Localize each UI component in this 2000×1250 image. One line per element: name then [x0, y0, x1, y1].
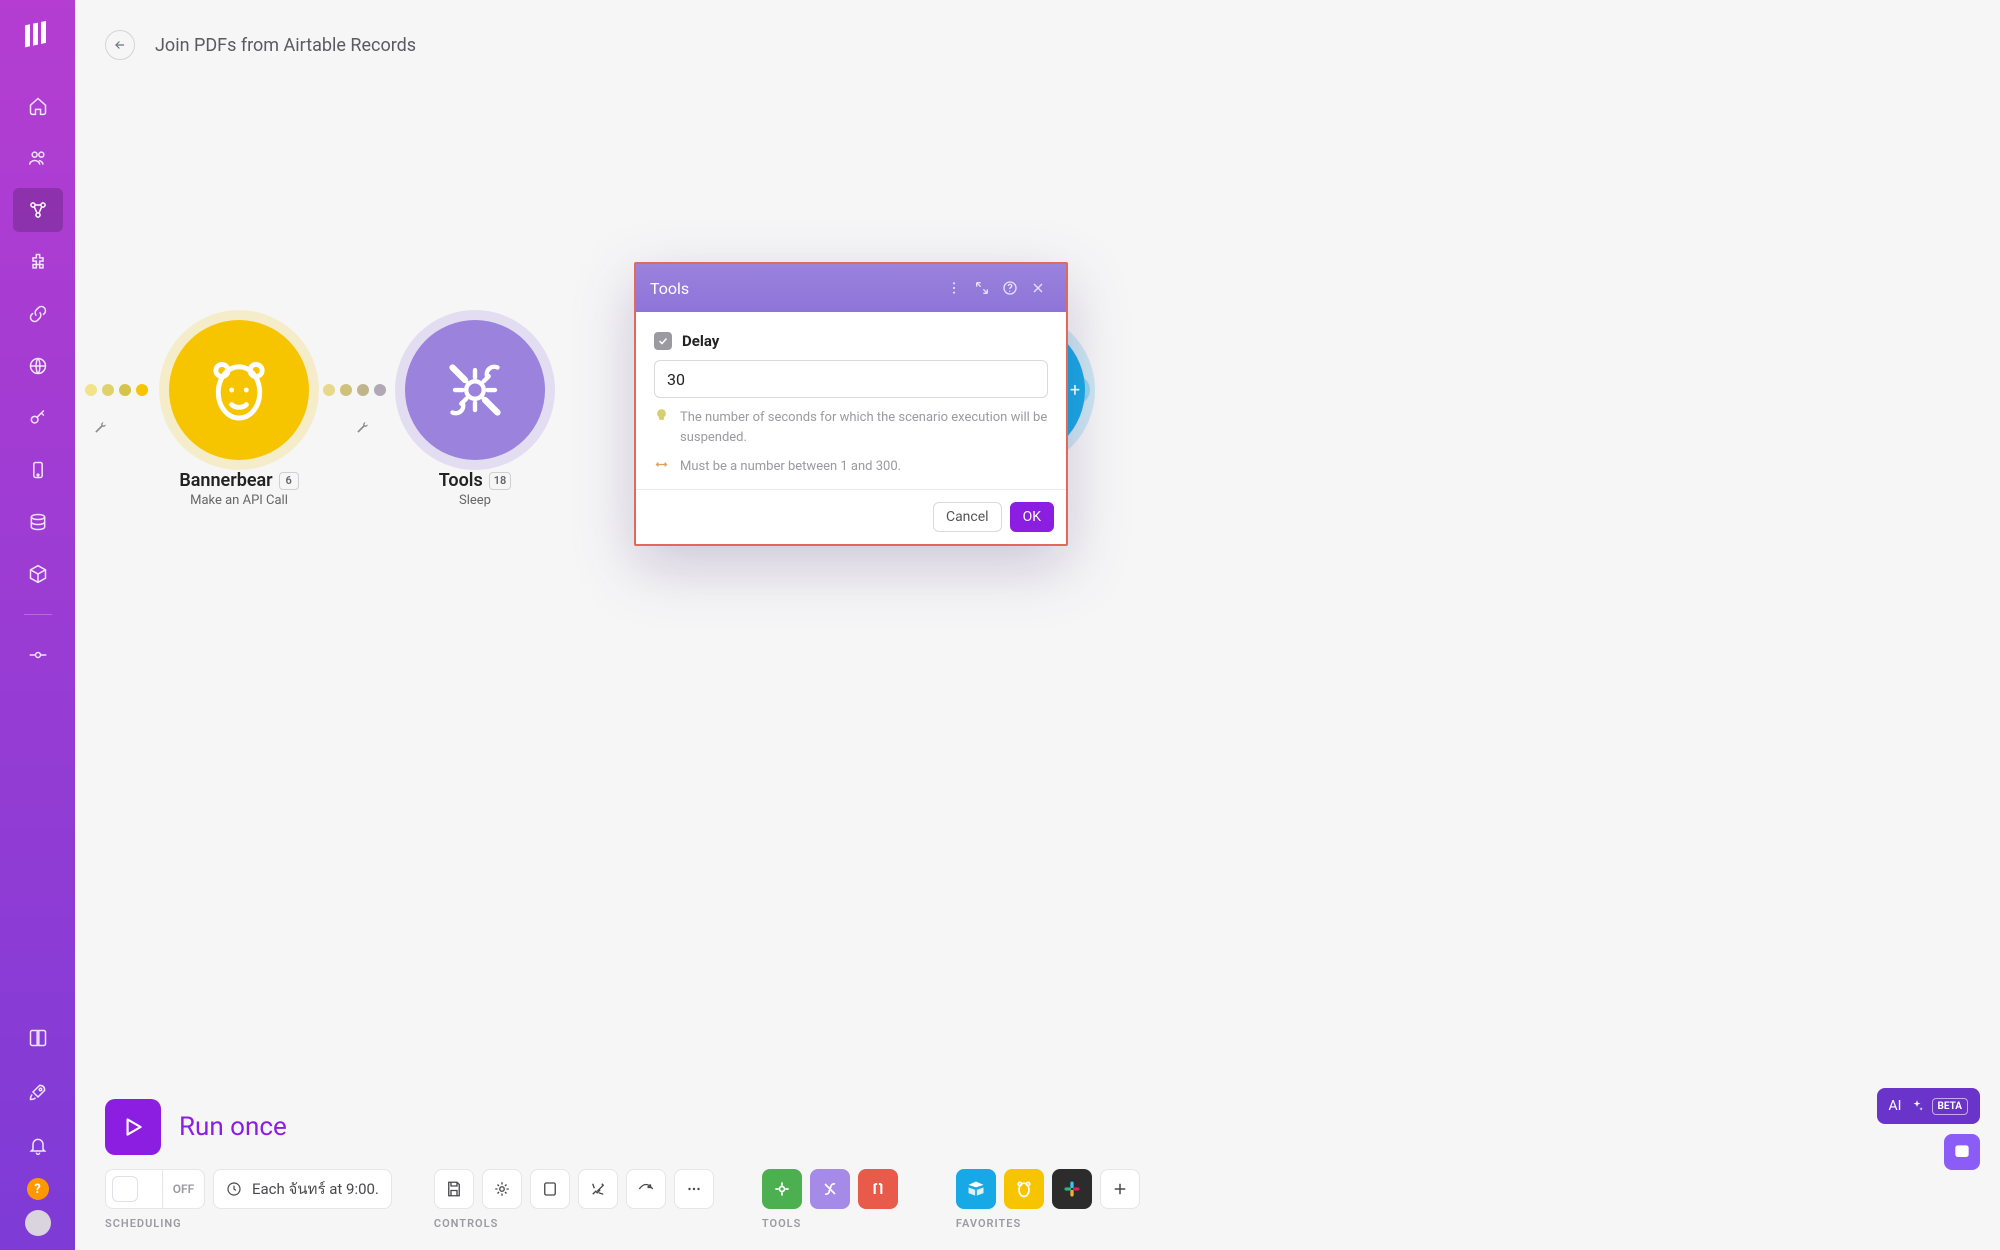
- delay-checkbox[interactable]: [654, 332, 672, 350]
- back-button[interactable]: [105, 30, 135, 60]
- control-more[interactable]: [674, 1169, 714, 1209]
- nav-apps[interactable]: [13, 240, 63, 284]
- nav-keys[interactable]: [13, 396, 63, 440]
- node-tools[interactable]: [405, 320, 545, 460]
- run-label: Run once: [179, 1112, 287, 1142]
- range-icon: [654, 457, 670, 479]
- node-bannerbear[interactable]: [169, 320, 309, 460]
- nav-links[interactable]: [13, 292, 63, 336]
- node-title: Bannerbear6: [179, 470, 298, 491]
- fav-slack[interactable]: [1052, 1169, 1092, 1209]
- sidebar: ?: [0, 0, 75, 1250]
- schedule-description[interactable]: Each จันทร์ at 9:00.: [213, 1169, 392, 1209]
- app-logo[interactable]: [20, 18, 56, 54]
- control-save[interactable]: [434, 1169, 474, 1209]
- nav-commit[interactable]: [13, 633, 63, 677]
- node-count: 6: [279, 472, 299, 490]
- nav-globe[interactable]: [13, 344, 63, 388]
- sidebar-nav: [13, 84, 63, 677]
- nav-bell[interactable]: [13, 1124, 63, 1168]
- run-button[interactable]: [105, 1099, 161, 1155]
- fav-add[interactable]: [1100, 1169, 1140, 1209]
- section-label: CONTROLS: [434, 1217, 714, 1230]
- cancel-button[interactable]: Cancel: [933, 502, 1002, 532]
- fav-airtable[interactable]: [956, 1169, 996, 1209]
- control-explain[interactable]: [626, 1169, 666, 1209]
- hint-text: Must be a number between 1 and 300.: [680, 457, 901, 479]
- section-label: SCHEDULING: [105, 1217, 392, 1230]
- tool-tools[interactable]: [810, 1169, 850, 1209]
- nav-home[interactable]: [13, 84, 63, 128]
- wrench-icon[interactable]: [355, 420, 369, 439]
- nav-rocket[interactable]: [13, 1070, 63, 1114]
- nav-team[interactable]: [13, 136, 63, 180]
- clock-icon: [226, 1181, 242, 1197]
- expand-icon[interactable]: [968, 274, 996, 302]
- more-icon[interactable]: [940, 274, 968, 302]
- control-auto[interactable]: [578, 1169, 618, 1209]
- topbar: Join PDFs from Airtable Records: [75, 0, 2000, 60]
- close-icon[interactable]: [1024, 274, 1052, 302]
- schedule-toggle[interactable]: OFF: [105, 1169, 205, 1209]
- tool-flow[interactable]: [762, 1169, 802, 1209]
- section-label: FAVORITES: [956, 1217, 1140, 1230]
- nav-database[interactable]: [13, 500, 63, 544]
- node-subtitle: Make an API Call: [139, 493, 339, 508]
- nav-cube[interactable]: [13, 552, 63, 596]
- user-avatar[interactable]: [25, 1210, 51, 1236]
- bottom-bar: Run once OFF Each จันทร์ at 9:00.: [75, 1099, 2000, 1250]
- tool-text[interactable]: [858, 1169, 898, 1209]
- nav-book[interactable]: [13, 1016, 63, 1060]
- modal-title: Tools: [650, 279, 940, 298]
- help-icon[interactable]: [996, 274, 1024, 302]
- section-label: TOOLS: [762, 1217, 898, 1230]
- nav-mobile[interactable]: [13, 448, 63, 492]
- help-badge[interactable]: ?: [27, 1178, 49, 1200]
- page-title[interactable]: Join PDFs from Airtable Records: [155, 35, 416, 56]
- control-settings[interactable]: [482, 1169, 522, 1209]
- delay-input[interactable]: [654, 360, 1048, 398]
- node-count: 18: [489, 472, 512, 490]
- node-title: Tools18: [439, 470, 512, 491]
- hint-text: The number of seconds for which the scen…: [680, 408, 1048, 447]
- canvas[interactable]: Join PDFs from Airtable Records Bannerbe…: [75, 0, 2000, 1250]
- fav-bannerbear[interactable]: [1004, 1169, 1044, 1209]
- ok-button[interactable]: OK: [1010, 502, 1054, 532]
- lightbulb-icon: [654, 408, 670, 447]
- nav-scenarios[interactable]: [13, 188, 63, 232]
- control-notes[interactable]: [530, 1169, 570, 1209]
- field-label: Delay: [682, 332, 719, 350]
- tools-modal: Tools Delay The number of seconds for wh…: [634, 262, 1068, 546]
- node-subtitle: Sleep: [375, 493, 575, 508]
- wrench-icon[interactable]: [93, 420, 107, 439]
